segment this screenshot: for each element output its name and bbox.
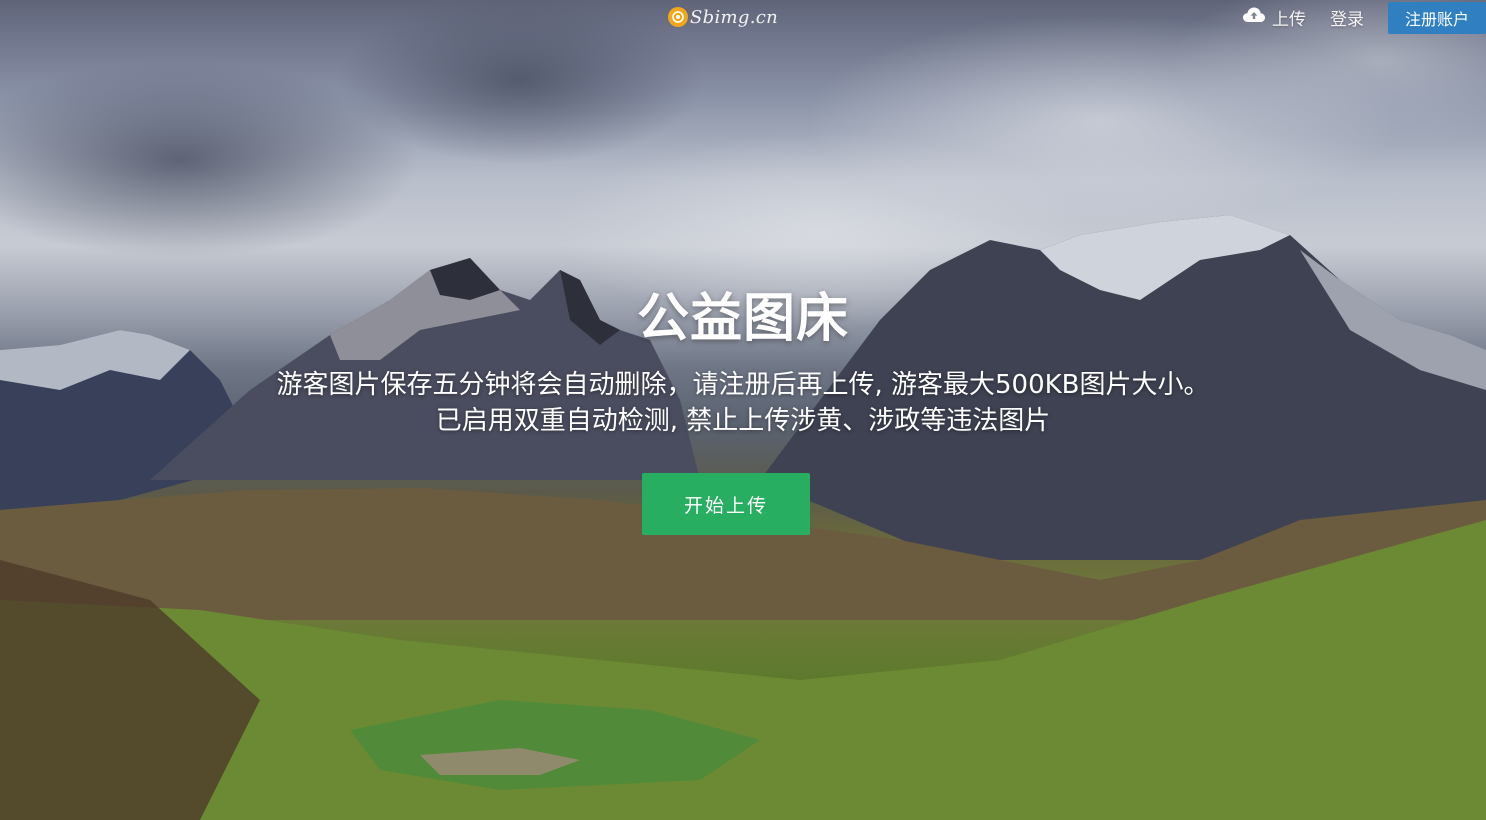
nav-login-link[interactable]: 登录 xyxy=(1330,5,1364,30)
register-button[interactable]: 注册账户 xyxy=(1388,1,1486,34)
logo-badge-icon xyxy=(668,7,688,27)
description-line-1: 游客图片保存五分钟将会自动删除，请注册后再上传, 游客最大500KB图片大小。 xyxy=(276,370,1210,400)
top-navbar: Sbimg.cn 上传 登录 注册账户 xyxy=(0,0,1486,34)
site-logo[interactable]: Sbimg.cn xyxy=(668,4,778,30)
cloud-upload-icon xyxy=(1242,6,1266,29)
hero-background: Sbimg.cn 上传 登录 注册账户 公益图床 游客图片保存五分钟将会自动删除… xyxy=(0,0,1486,820)
nav-upload-label: 上传 xyxy=(1272,9,1306,30)
nav-login-label: 登录 xyxy=(1330,9,1364,30)
start-upload-button[interactable]: 开始上传 xyxy=(642,473,810,535)
description-line-2: 已启用双重自动检测, 禁止上传涉黄、涉政等违法图片 xyxy=(435,406,1051,436)
page-title: 公益图床 xyxy=(636,289,849,349)
logo-text: Sbimg.cn xyxy=(690,6,778,28)
nav-upload-link[interactable]: 上传 xyxy=(1242,5,1306,30)
nav-actions: 上传 登录 注册账户 xyxy=(1242,0,1486,34)
